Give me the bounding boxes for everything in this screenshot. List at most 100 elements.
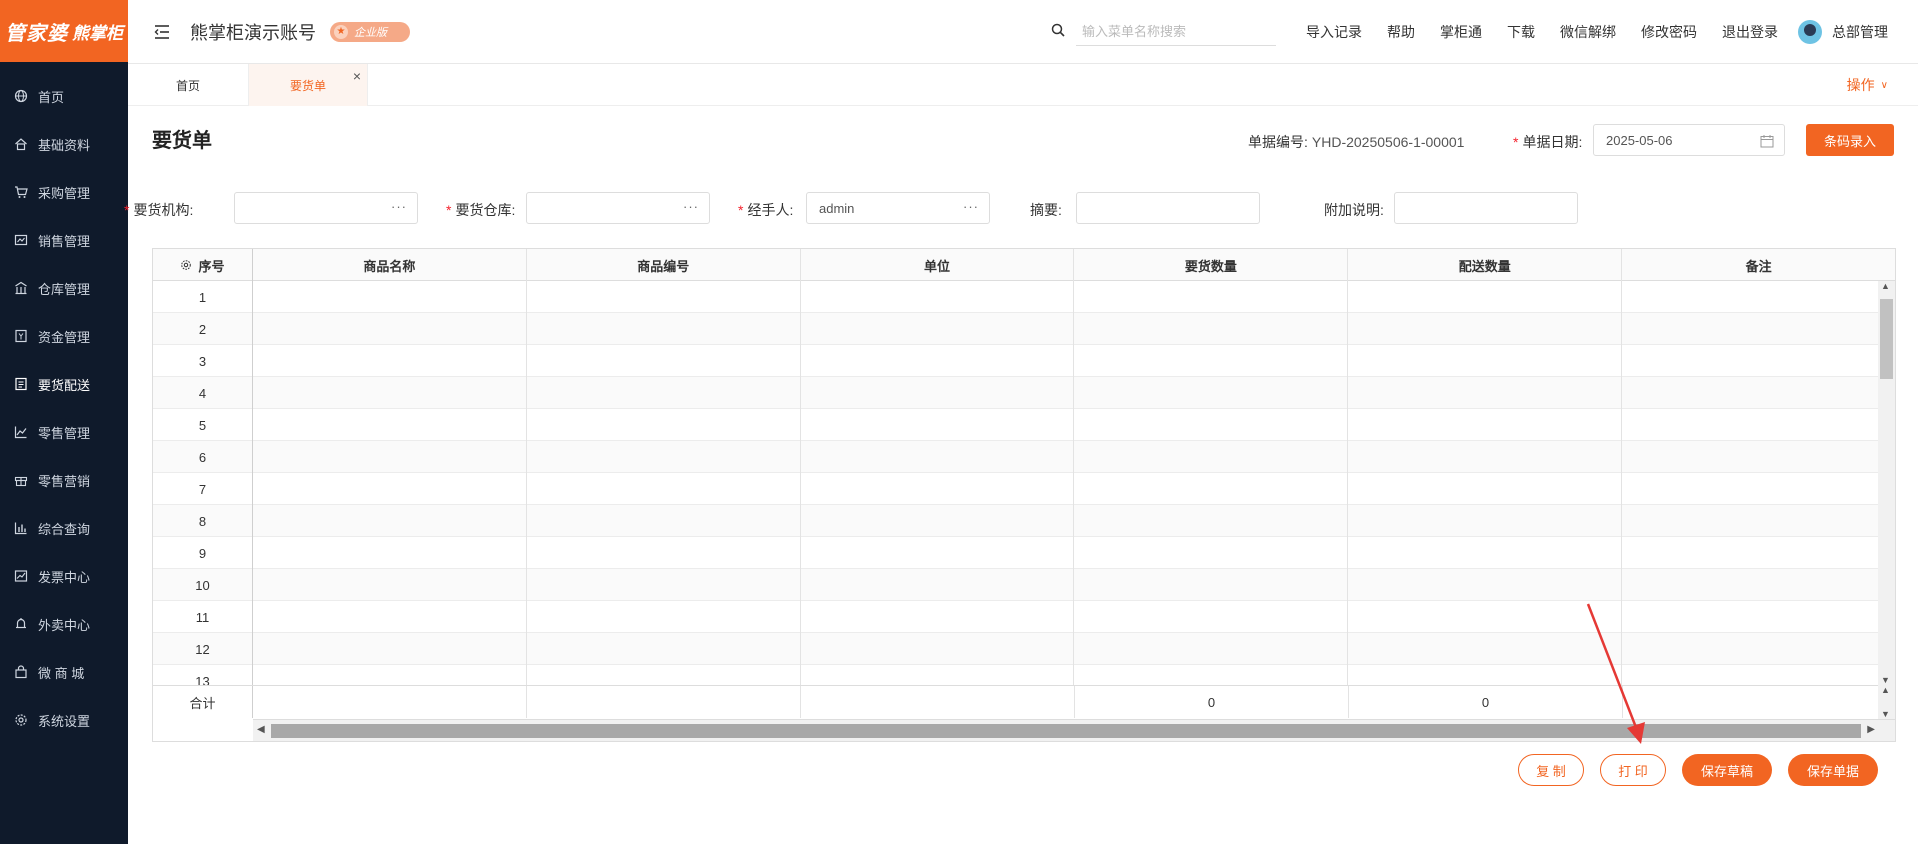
table-cell[interactable] — [1348, 281, 1623, 313]
table-cell[interactable] — [253, 345, 527, 377]
sidebar-item-13[interactable]: 微 商 城 — [0, 648, 128, 696]
table-cell[interactable] — [1074, 313, 1349, 345]
table-cell[interactable] — [1622, 345, 1878, 377]
scroll-left-icon[interactable]: ◀ — [257, 724, 265, 735]
table-cell[interactable] — [1348, 505, 1623, 537]
table-cell[interactable] — [527, 633, 801, 665]
table-cell[interactable] — [527, 345, 801, 377]
header-link-3[interactable]: 掌柜通 — [1440, 22, 1482, 42]
save-draft-button[interactable]: 保存草稿 — [1682, 754, 1772, 786]
table-cell[interactable] — [1074, 537, 1349, 569]
scroll-up-icon[interactable]: ▲ — [1881, 281, 1890, 291]
menu-collapse-icon[interactable] — [152, 22, 172, 42]
scroll-up-icon[interactable]: ▲ — [1881, 685, 1890, 695]
table-cell[interactable] — [1622, 281, 1878, 313]
table-cell[interactable] — [801, 537, 1075, 569]
table-cell[interactable] — [1074, 633, 1349, 665]
table-cell[interactable] — [801, 633, 1075, 665]
table-cell[interactable] — [801, 505, 1075, 537]
table-cell[interactable] — [527, 569, 801, 601]
table-cell[interactable] — [801, 281, 1075, 313]
table-cell[interactable] — [1348, 345, 1623, 377]
table-cell[interactable] — [253, 313, 527, 345]
vertical-scrollbar[interactable]: ▲ ▼ — [1878, 281, 1895, 685]
table-cell[interactable] — [253, 601, 527, 633]
table-cell[interactable] — [1348, 409, 1623, 441]
tab-requisition[interactable]: 要货单 × — [248, 64, 368, 106]
org-field[interactable]: ··· — [234, 192, 418, 224]
header-link-7[interactable]: 退出登录 — [1722, 22, 1778, 42]
gear-icon[interactable] — [180, 259, 192, 271]
table-cell[interactable] — [1348, 473, 1623, 505]
table-cell[interactable] — [1074, 473, 1349, 505]
summary-field[interactable] — [1076, 192, 1260, 224]
calendar-icon[interactable] — [1760, 134, 1774, 148]
table-cell[interactable] — [801, 473, 1075, 505]
table-cell[interactable] — [1074, 665, 1349, 685]
table-cell[interactable] — [1622, 505, 1878, 537]
table-cell[interactable] — [801, 409, 1075, 441]
org-picker-button[interactable]: ··· — [391, 199, 407, 214]
table-cell[interactable] — [1074, 377, 1349, 409]
table-cell[interactable] — [527, 377, 801, 409]
table-cell[interactable] — [1074, 601, 1349, 633]
table-cell[interactable] — [1622, 601, 1878, 633]
table-cell[interactable] — [527, 313, 801, 345]
table-cell[interactable] — [801, 601, 1075, 633]
table-cell[interactable] — [253, 633, 527, 665]
table-cell[interactable] — [1074, 505, 1349, 537]
table-cell[interactable] — [801, 377, 1075, 409]
table-cell[interactable] — [253, 409, 527, 441]
table-cell[interactable] — [1622, 377, 1878, 409]
sidebar-item-12[interactable]: 外卖中心 — [0, 600, 128, 648]
sidebar-item-4[interactable]: 销售管理 — [0, 216, 128, 264]
table-cell[interactable] — [1622, 473, 1878, 505]
table-cell[interactable] — [1622, 409, 1878, 441]
sidebar-item-6[interactable]: 资金管理 — [0, 312, 128, 360]
table-cell[interactable] — [527, 665, 801, 685]
sidebar-item-14[interactable]: 系统设置 — [0, 696, 128, 744]
table-cell[interactable] — [1074, 409, 1349, 441]
save-document-button[interactable]: 保存单据 — [1788, 754, 1878, 786]
sidebar-item-2[interactable]: 基础资料 — [0, 120, 128, 168]
table-cell[interactable] — [253, 377, 527, 409]
header-link-6[interactable]: 修改密码 — [1641, 22, 1697, 42]
header-link-4[interactable]: 下载 — [1507, 22, 1535, 42]
table-cell[interactable] — [527, 281, 801, 313]
menu-search-input[interactable] — [1076, 18, 1276, 46]
footer-scrollbar[interactable]: ▲ ▼ — [1878, 685, 1895, 719]
table-cell[interactable] — [801, 665, 1075, 685]
doc-date-field[interactable]: 2025-05-06 — [1593, 124, 1785, 156]
table-cell[interactable] — [527, 601, 801, 633]
table-cell[interactable] — [1348, 633, 1623, 665]
print-button[interactable]: 打 印 — [1600, 754, 1666, 786]
table-cell[interactable] — [527, 409, 801, 441]
table-cell[interactable] — [1622, 441, 1878, 473]
table-cell[interactable] — [801, 441, 1075, 473]
avatar[interactable] — [1798, 20, 1822, 44]
table-cell[interactable] — [253, 281, 527, 313]
header-link-1[interactable]: 导入记录 — [1306, 22, 1362, 42]
scroll-down-icon[interactable]: ▼ — [1881, 675, 1890, 685]
table-cell[interactable] — [1622, 665, 1878, 685]
close-icon[interactable]: × — [353, 68, 361, 84]
barcode-entry-button[interactable]: 条码录入 — [1806, 124, 1894, 156]
horizontal-scrollbar[interactable]: ◀ ▶ — [253, 719, 1895, 741]
table-cell[interactable] — [253, 665, 527, 685]
table-cell[interactable] — [1348, 665, 1623, 685]
table-cell[interactable] — [1074, 345, 1349, 377]
table-cell[interactable] — [1622, 569, 1878, 601]
table-cell[interactable] — [1348, 313, 1623, 345]
table-cell[interactable] — [801, 569, 1075, 601]
table-cell[interactable] — [1622, 633, 1878, 665]
table-cell[interactable] — [801, 313, 1075, 345]
sidebar-item-10[interactable]: 综合查询 — [0, 504, 128, 552]
handler-picker-button[interactable]: ··· — [963, 199, 979, 214]
header-link-5[interactable]: 微信解绑 — [1560, 22, 1616, 42]
table-cell[interactable] — [1074, 569, 1349, 601]
table-cell[interactable] — [801, 345, 1075, 377]
sidebar-item-7[interactable]: 要货配送 — [0, 360, 128, 408]
note-field[interactable] — [1394, 192, 1578, 224]
table-cell[interactable] — [1622, 313, 1878, 345]
user-name[interactable]: 总部管理 — [1832, 22, 1888, 42]
